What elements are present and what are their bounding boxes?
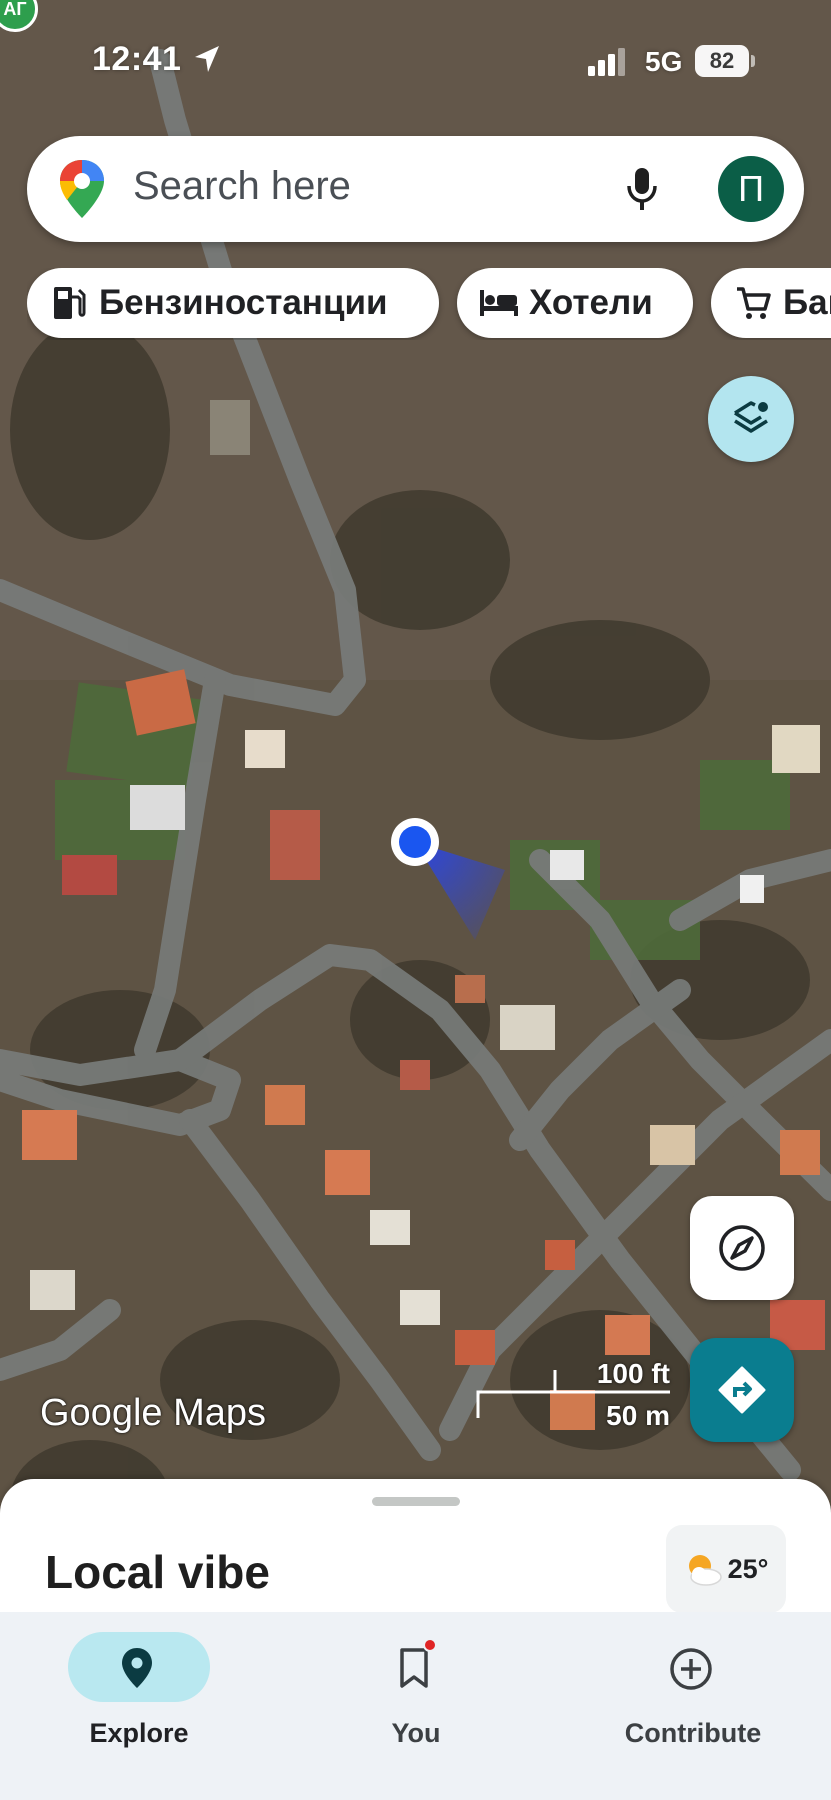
compass-button[interactable] (690, 1196, 794, 1300)
nav-label: You (391, 1718, 441, 1748)
location-arrow-icon (195, 46, 219, 72)
battery-tip (751, 55, 755, 67)
battery-icon: 82 (695, 45, 749, 77)
nav-explore[interactable]: Explore (0, 1622, 240, 1772)
chip-gas-stations[interactable]: Бензиностанции (27, 268, 439, 338)
google-maps-pin-icon (60, 160, 104, 218)
hotel-bed-icon (479, 283, 519, 323)
chip-label: Хотели (529, 283, 653, 322)
weather-chip[interactable]: 25° (666, 1525, 786, 1613)
map-layers-button[interactable] (708, 376, 794, 462)
directions-button[interactable] (690, 1338, 794, 1442)
corner-badge: АГ (0, 0, 38, 32)
search-bar[interactable]: Search here П (27, 136, 804, 242)
gas-station-icon (49, 283, 89, 323)
nav-contribute[interactable]: Contribute (554, 1622, 794, 1772)
signal-strength-icon (588, 48, 625, 76)
compass-icon (719, 1225, 765, 1271)
bookmark-icon (400, 1648, 428, 1688)
nav-label: Explore (89, 1718, 189, 1748)
nav-you[interactable]: You (277, 1622, 517, 1772)
microphone-icon[interactable] (625, 166, 659, 212)
scale-imperial: 100 ft (596, 1358, 670, 1389)
bottom-sheet[interactable]: Local vibe 25° (0, 1479, 831, 1619)
shopping-cart-icon (733, 283, 773, 323)
scale-metric: 50 m (606, 1400, 670, 1431)
chip-banks[interactable]: Банки (711, 268, 831, 338)
directions-icon (718, 1366, 766, 1414)
category-chips: Бензиностанции Хотели Банки (27, 268, 831, 340)
search-input[interactable]: Search here (133, 164, 351, 209)
notification-dot (423, 1638, 437, 1652)
bottom-navigation: Explore You Contribute (0, 1612, 831, 1800)
chip-label: Банки (783, 283, 831, 322)
location-pin-icon (122, 1648, 152, 1688)
sheet-title: Local vibe (45, 1546, 270, 1598)
add-circle-icon (670, 1648, 712, 1690)
status-bar: АГ 12:41 5G 82 (0, 0, 831, 120)
nav-label: Contribute (624, 1718, 762, 1748)
weather-temperature: 25° (727, 1553, 769, 1584)
layers-icon (734, 401, 768, 433)
chip-label: Бензиностанции (99, 283, 388, 322)
google-maps-logo: Google Maps (40, 1392, 267, 1434)
partly-cloudy-icon (688, 1555, 722, 1586)
chip-hotels[interactable]: Хотели (457, 268, 693, 338)
status-time: 12:41 (92, 40, 182, 78)
network-type: 5G (645, 46, 683, 77)
sheet-drag-handle[interactable] (372, 1497, 460, 1506)
map-scale: 100 ft 50 m (470, 1356, 680, 1431)
account-avatar[interactable]: П (718, 156, 784, 222)
